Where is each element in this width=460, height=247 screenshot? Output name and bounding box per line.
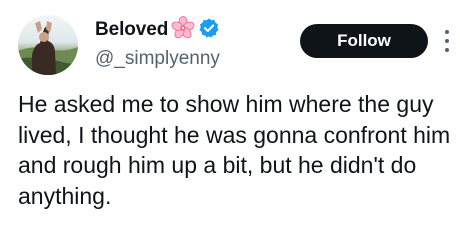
tweet-text: He asked me to show him where the guy li…	[18, 91, 451, 209]
display-name[interactable]: Beloved	[95, 19, 168, 41]
author-name-row: Beloved	[95, 15, 220, 45]
avatar-image	[18, 15, 78, 75]
cherry-blossom-icon	[171, 15, 195, 45]
follow-button[interactable]: Follow	[300, 24, 428, 58]
more-vertical-icon[interactable]	[440, 27, 454, 55]
verified-badge-icon	[198, 17, 220, 44]
user-handle[interactable]: @_simplyenny	[95, 48, 220, 70]
avatar[interactable]	[18, 15, 78, 75]
